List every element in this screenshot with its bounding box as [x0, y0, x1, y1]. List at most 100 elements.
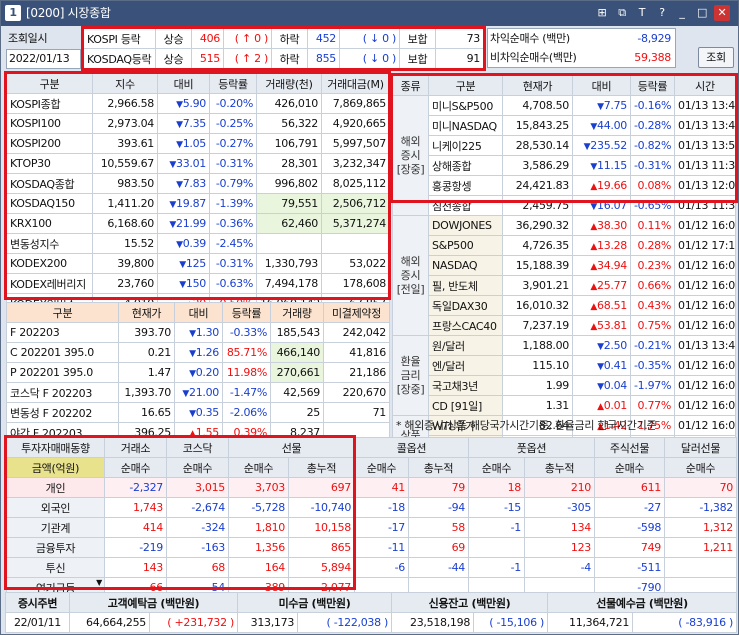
index-row[interactable]: KRX1006,168.60 21.99-0.36%62,4605,371,274: [6, 213, 390, 234]
futures-volume: 42,569: [270, 382, 324, 403]
link-icon[interactable]: ⊞: [594, 5, 610, 21]
world-rate: 0.11%: [630, 215, 675, 236]
investor-subheader: 순매수: [228, 457, 289, 478]
down-triangle-icon: [590, 199, 597, 212]
world-price: 2,459.75: [502, 195, 573, 216]
close-icon[interactable]: ✕: [714, 5, 730, 21]
futures-rate: -2.06%: [222, 402, 271, 423]
down-triangle-icon: [176, 137, 183, 150]
world-row[interactable]: 해외 증시 [전일]DOWJONES36,290.3238.300.11%01/…: [392, 215, 736, 336]
decline-label: 하락: [271, 48, 308, 69]
futures-row[interactable]: F 202203393.70 1.30-0.33%185,543242,042: [6, 322, 390, 343]
futures-deposit-change: ( -83,916 ): [632, 612, 738, 633]
investor-type: 금융투자: [6, 537, 105, 558]
investor-column-group: 달러선물: [664, 437, 738, 458]
investor-row[interactable]: 기관계 414 -324 1,810 10,158 -17 58 -1 134 -598 1,312: [6, 517, 738, 538]
world-name: 미니S&P500: [428, 95, 503, 116]
world-change: 235.52: [572, 135, 631, 156]
world-row[interactable]: 프랑스CAC407,237.19 53.810.75%01/12 16:00: [393, 315, 736, 336]
minimize-icon[interactable]: _: [674, 5, 690, 21]
index-row[interactable]: KODEX20039,800 125-0.31%1,330,79353,022: [6, 253, 390, 274]
index-volume: 7,494,178: [256, 273, 322, 294]
index-amount: 178,608: [321, 273, 390, 294]
paren-open: (: [234, 32, 242, 45]
world-time: 01/13 11:30: [674, 155, 736, 176]
advance-change-value: 2: [254, 52, 261, 65]
world-change: 16.07: [572, 195, 631, 216]
index-amount: 4,920,665: [321, 113, 390, 134]
help-icon[interactable]: ?: [654, 5, 670, 21]
world-change-value: 16.07: [597, 199, 627, 212]
index-name: 변동성지수: [6, 233, 93, 254]
index-row[interactable]: KOSDAQ1501,411.20 19.87-1.39%79,5512,506,…: [6, 193, 390, 214]
investor-value: -17: [354, 517, 410, 538]
up-triangle-icon: [590, 239, 597, 252]
index-volume: 56,322: [256, 113, 322, 134]
maximize-icon[interactable]: □: [694, 5, 710, 21]
down-triangle-icon: [176, 117, 183, 130]
investor-value: 143: [104, 557, 167, 578]
world-price: 115.10: [502, 355, 573, 376]
index-volume: 79,551: [256, 193, 322, 214]
index-row[interactable]: KODEX레버리지23,760 150-0.63%7,494,178178,608: [6, 273, 390, 294]
investor-value: -4: [524, 557, 596, 578]
query-button[interactable]: 조회: [698, 47, 734, 68]
decline-count: 855: [307, 48, 340, 69]
index-row[interactable]: KTOP3010,559.67 33.01-0.31%28,3013,232,34…: [6, 153, 390, 174]
world-row[interactable]: 니케이22528,530.14 235.52-0.82%01/13 13:53: [393, 135, 736, 156]
title-bar: 1 [0200] 시장종합 ⊞ ⧉ T ? _ □ ✕: [1, 1, 738, 26]
investor-value: -305: [524, 497, 596, 518]
query-date-field[interactable]: 2022/01/13: [6, 49, 81, 69]
index-row[interactable]: KOSPI종합2,966.58 5.90-0.20%426,0107,869,86…: [6, 93, 390, 114]
index-value: 10,559.67: [92, 153, 158, 174]
world-row[interactable]: 홍콩항셍24,421.83 19.660.08%01/13 12:05: [393, 175, 736, 196]
index-row[interactable]: 변동성지수15.52 0.39-2.45%: [6, 233, 390, 254]
investor-value: -511: [594, 557, 666, 578]
index-row[interactable]: KOSPI1002,973.04 7.35-0.25%56,3224,920,66…: [6, 113, 390, 134]
futures-row[interactable]: 코스닥 F 2022031,393.70 21.00-1.47%42,569220…: [6, 382, 390, 403]
world-row[interactable]: 해외 증시 [장중]미니S&P5004,708.507.75-0.16%01/1…: [392, 95, 736, 216]
investor-value: -2,327: [104, 477, 167, 498]
deposit-change-value: +231,732: [174, 616, 228, 629]
world-row[interactable]: 독일DAX3016,010.32 68.510.43%01/12 16:00: [393, 295, 736, 316]
futures-open-interest: 220,670: [323, 382, 390, 403]
investor-value: -44: [408, 557, 470, 578]
index-amount: 3,232,347: [321, 153, 390, 174]
world-rate: 0.66%: [630, 275, 675, 296]
world-change: 68.51: [572, 295, 631, 316]
world-name: 국고채3년: [428, 375, 503, 396]
world-row[interactable]: 국고채3년1.99 0.04-1.97%01/12 16:00: [393, 375, 736, 396]
world-row[interactable]: NASDAQ15,188.39 34.940.23%01/12 16:01: [393, 255, 736, 276]
world-row[interactable]: S&P5004,726.35 13.280.28%01/12 17:18: [393, 235, 736, 256]
world-change: 34.94: [572, 255, 631, 276]
world-row[interactable]: 미니NASDAQ15,843.25 44.00-0.28%01/13 13:43: [393, 115, 736, 136]
advance-decline-row: KOSDAQ등락 상승 515( ↑ 2 ) 하락 855( ↓ 0 ) 보합 91: [83, 48, 484, 69]
futures-row[interactable]: C 202201 395.00.21 1.2685.71%466,14041,81…: [6, 342, 390, 363]
investor-row[interactable]: 투신 143 68 164 5,894 -6 -44 -1 -4 -511: [6, 557, 738, 578]
investor-row[interactable]: 금융투자 -219 -163 1,356 865 -11 69 123 749 1,211: [6, 537, 738, 558]
index-row[interactable]: KOSDAQ종합983.50 7.83-0.79%996,8028,025,112: [6, 173, 390, 194]
world-price: 3,901.21: [502, 275, 573, 296]
font-icon[interactable]: T: [634, 5, 650, 21]
world-row[interactable]: CD [91일]1.31 0.010.77%01/12 16:00: [393, 395, 736, 416]
investor-subheader: 순매수: [104, 457, 167, 478]
world-row[interactable]: 엔/달러115.10 0.41-0.35%01/12 16:00: [393, 355, 736, 376]
world-price: 1.31: [502, 395, 573, 416]
dropdown-arrow-icon[interactable]: ▼: [96, 579, 102, 588]
investor-row[interactable]: 개인 -2,327 3,015 3,703 697 41 79 18 210 611 70: [6, 477, 738, 498]
world-row[interactable]: 필, 반도체3,901.21 25.770.66%01/12 16:00: [393, 275, 736, 296]
world-row[interactable]: 상해종합3,586.29 11.15-0.31%01/13 11:30: [393, 155, 736, 176]
world-row[interactable]: 심천종합2,459.75 16.07-0.65%01/13 11:30: [393, 195, 736, 216]
down-triangle-icon: [597, 359, 604, 372]
copy-icon[interactable]: ⧉: [614, 5, 630, 21]
world-change: 0.04: [572, 375, 631, 396]
futures-change: 1.26: [174, 342, 223, 363]
advance-change: ( ↑ 2 ): [223, 48, 272, 69]
futures-row[interactable]: 변동성 F 20220216.65 0.35-2.06%2571: [6, 402, 390, 423]
deposit-value: 64,664,255: [69, 612, 150, 633]
index-row[interactable]: KOSPI200393.61 1.05-0.27%106,7915,997,507: [6, 133, 390, 154]
investor-row[interactable]: 외국인 1,743 -2,674 -5,728 -10,740 -18 -94 -15 -305…: [6, 497, 738, 518]
world-row[interactable]: 환율 금리 [장중]원/달러1,188.00 2.50-0.21%01/13 13…: [392, 335, 736, 416]
futures-row[interactable]: P 202201 395.01.47 0.2011.98%270,66121,18…: [6, 362, 390, 383]
world-name: 원/달러: [428, 335, 503, 356]
